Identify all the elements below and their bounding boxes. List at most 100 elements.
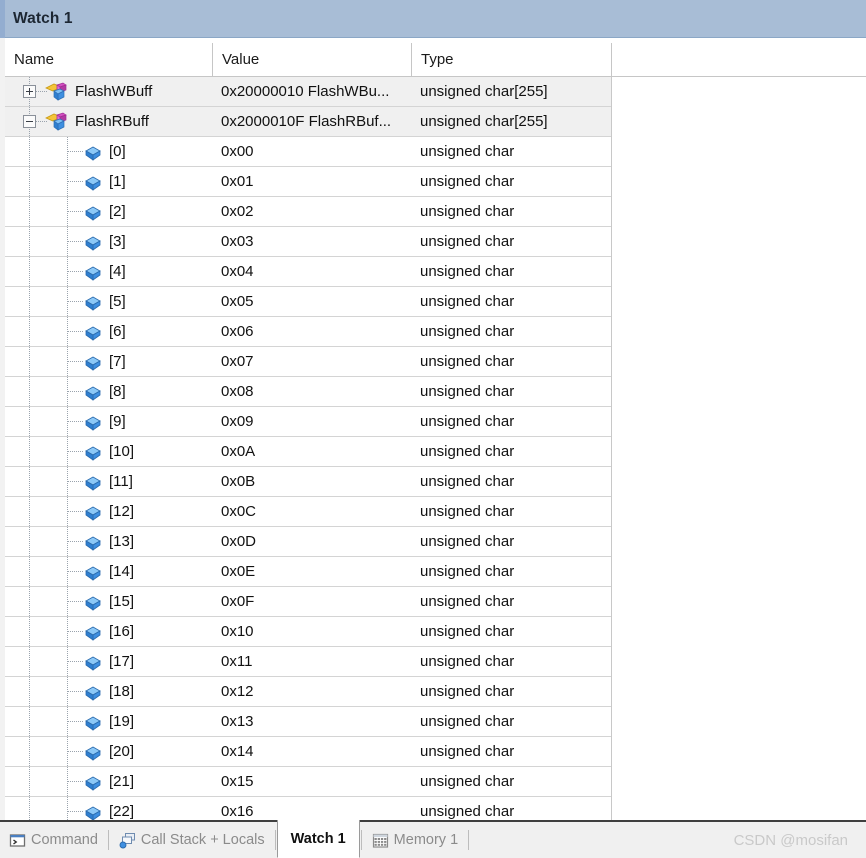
watch-row[interactable]: [18] 0x12 unsigned char [5,677,611,707]
watch-row-name-cell[interactable]: [1] [5,167,212,196]
watch-row-value[interactable]: 0x0D [212,527,411,556]
watch-row-name-cell[interactable]: FlashRBuff [5,107,212,136]
watch-row[interactable]: FlashRBuff 0x2000010F FlashRBuf... unsigne… [5,107,611,137]
watch-row[interactable]: [14] 0x0E unsigned char [5,557,611,587]
watch-row-name-cell[interactable]: [6] [5,317,212,346]
watch-row-value[interactable]: 0x03 [212,227,411,256]
watch-row-name-cell[interactable]: [7] [5,347,212,376]
tab-memory-1[interactable]: Memory 1 [363,822,467,858]
tree-line [29,647,30,676]
watch-row-name-cell[interactable]: FlashWBuff [5,77,212,106]
tab-watch-1[interactable]: Watch 1 [276,820,360,858]
watch-row-value[interactable]: 0x05 [212,287,411,316]
watch-row-value[interactable]: 0x10 [212,617,411,646]
watch-row-name: FlashWBuff [75,83,153,100]
watch-row[interactable]: [17] 0x11 unsigned char [5,647,611,677]
watch-row[interactable]: [16] 0x10 unsigned char [5,617,611,647]
watch-row-value[interactable]: 0x14 [212,737,411,766]
watch-row-name-cell[interactable]: [17] [5,647,212,676]
watch-row-value[interactable]: 0x02 [212,197,411,226]
watch-row-value[interactable]: 0x20000010 FlashWBu... [212,77,411,106]
watch-row[interactable]: [1] 0x01 unsigned char [5,167,611,197]
watch-row[interactable]: [20] 0x14 unsigned char [5,737,611,767]
watch-row-name-cell[interactable]: [9] [5,407,212,436]
watch-row-value[interactable]: 0x15 [212,767,411,796]
expand-button[interactable] [23,85,36,98]
watch-row-value[interactable]: 0x0C [212,497,411,526]
watch-row[interactable]: [4] 0x04 unsigned char [5,257,611,287]
watch-row-name-cell[interactable]: [14] [5,557,212,586]
watch-row[interactable]: [9] 0x09 unsigned char [5,407,611,437]
watch-row-name-cell[interactable]: [3] [5,227,212,256]
watch-row[interactable]: [19] 0x13 unsigned char [5,707,611,737]
watch-row-value[interactable]: 0x01 [212,167,411,196]
watch-row-type: unsigned char [420,713,515,730]
watch-row[interactable]: [5] 0x05 unsigned char [5,287,611,317]
watch-row-value[interactable]: 0x0F [212,587,411,616]
watch-row[interactable]: FlashWBuff 0x20000010 FlashWBu... unsigned… [5,77,611,107]
tree-line [29,467,30,496]
collapse-button[interactable] [23,115,36,128]
watch-row-value[interactable]: 0x06 [212,317,411,346]
watch-row-value[interactable]: 0x09 [212,407,411,436]
watch-row[interactable]: [21] 0x15 unsigned char [5,767,611,797]
watch-row-value[interactable]: 0x07 [212,347,411,376]
watch-row-type: unsigned char [420,533,515,550]
watch-row-name-cell[interactable]: [19] [5,707,212,736]
watch-row-value[interactable]: 0x11 [212,647,411,676]
tree-line [29,257,30,286]
tab-call-stack-locals[interactable]: Call Stack + Locals [110,822,274,858]
watch-row-name-cell[interactable]: [15] [5,587,212,616]
watch-row-name-cell[interactable]: [16] [5,617,212,646]
watch-row[interactable]: [15] 0x0F unsigned char [5,587,611,617]
watch-row-value[interactable]: 0x0E [212,557,411,586]
tree-line [29,167,30,196]
tab-command[interactable]: Command [0,822,107,858]
watch-row[interactable]: [10] 0x0A unsigned char [5,437,611,467]
watch-row-name-cell[interactable]: [11] [5,467,212,496]
watch-row-name-cell[interactable]: [4] [5,257,212,286]
watch-row-value[interactable]: 0x00 [212,137,411,166]
watch-row-name-cell[interactable]: [18] [5,677,212,706]
watch-row-type: unsigned char [420,413,515,430]
watch-row-value[interactable]: 0x08 [212,377,411,406]
watch-row-name-cell[interactable]: [10] [5,437,212,466]
watch-row-value[interactable]: 0x12 [212,677,411,706]
watch-row[interactable]: [6] 0x06 unsigned char [5,317,611,347]
watch-row-value[interactable]: 0x13 [212,707,411,736]
watch-row-name-cell[interactable]: [20] [5,737,212,766]
column-divider-type-filler[interactable] [611,77,612,820]
watch-row-name-cell[interactable]: [0] [5,137,212,166]
watch-row[interactable]: [2] 0x02 unsigned char [5,197,611,227]
watch-row[interactable]: [0] 0x00 unsigned char [5,137,611,167]
watch-row-type: unsigned char[255] [420,113,548,130]
watch-row-name-cell[interactable]: [12] [5,497,212,526]
column-header-name[interactable]: Name [5,43,212,76]
tree-line [29,497,30,526]
tree-line [68,241,84,242]
watch-row[interactable]: [22] 0x16 unsigned char [5,797,611,820]
watch-row-value[interactable]: 0x0A [212,437,411,466]
watch-row-name-cell[interactable]: [8] [5,377,212,406]
column-header-type[interactable]: Type [411,43,611,76]
watch-row-value[interactable]: 0x04 [212,257,411,286]
watch-row[interactable]: [12] 0x0C unsigned char [5,497,611,527]
array-variable-icon [45,82,67,102]
watch-row-name-cell[interactable]: [5] [5,287,212,316]
watch-row[interactable]: [3] 0x03 unsigned char [5,227,611,257]
window-title: Watch 1 [13,9,73,27]
watch-row-value[interactable]: 0x16 [212,797,411,820]
watch-row[interactable]: [8] 0x08 unsigned char [5,377,611,407]
tree-line [29,407,30,436]
column-header-value[interactable]: Value [212,43,411,76]
watch-row-value[interactable]: 0x2000010F FlashRBuf... [212,107,411,136]
watch-row-name-cell[interactable]: [21] [5,767,212,796]
watch-row-name-cell[interactable]: [22] [5,797,212,820]
watch-row-name-cell[interactable]: [2] [5,197,212,226]
watch-window: Watch 1 Name Value Type FlashWBuff 0x2000… [0,0,866,858]
watch-row[interactable]: [11] 0x0B unsigned char [5,467,611,497]
watch-row-name-cell[interactable]: [13] [5,527,212,556]
watch-row[interactable]: [7] 0x07 unsigned char [5,347,611,377]
watch-row-value[interactable]: 0x0B [212,467,411,496]
watch-row[interactable]: [13] 0x0D unsigned char [5,527,611,557]
